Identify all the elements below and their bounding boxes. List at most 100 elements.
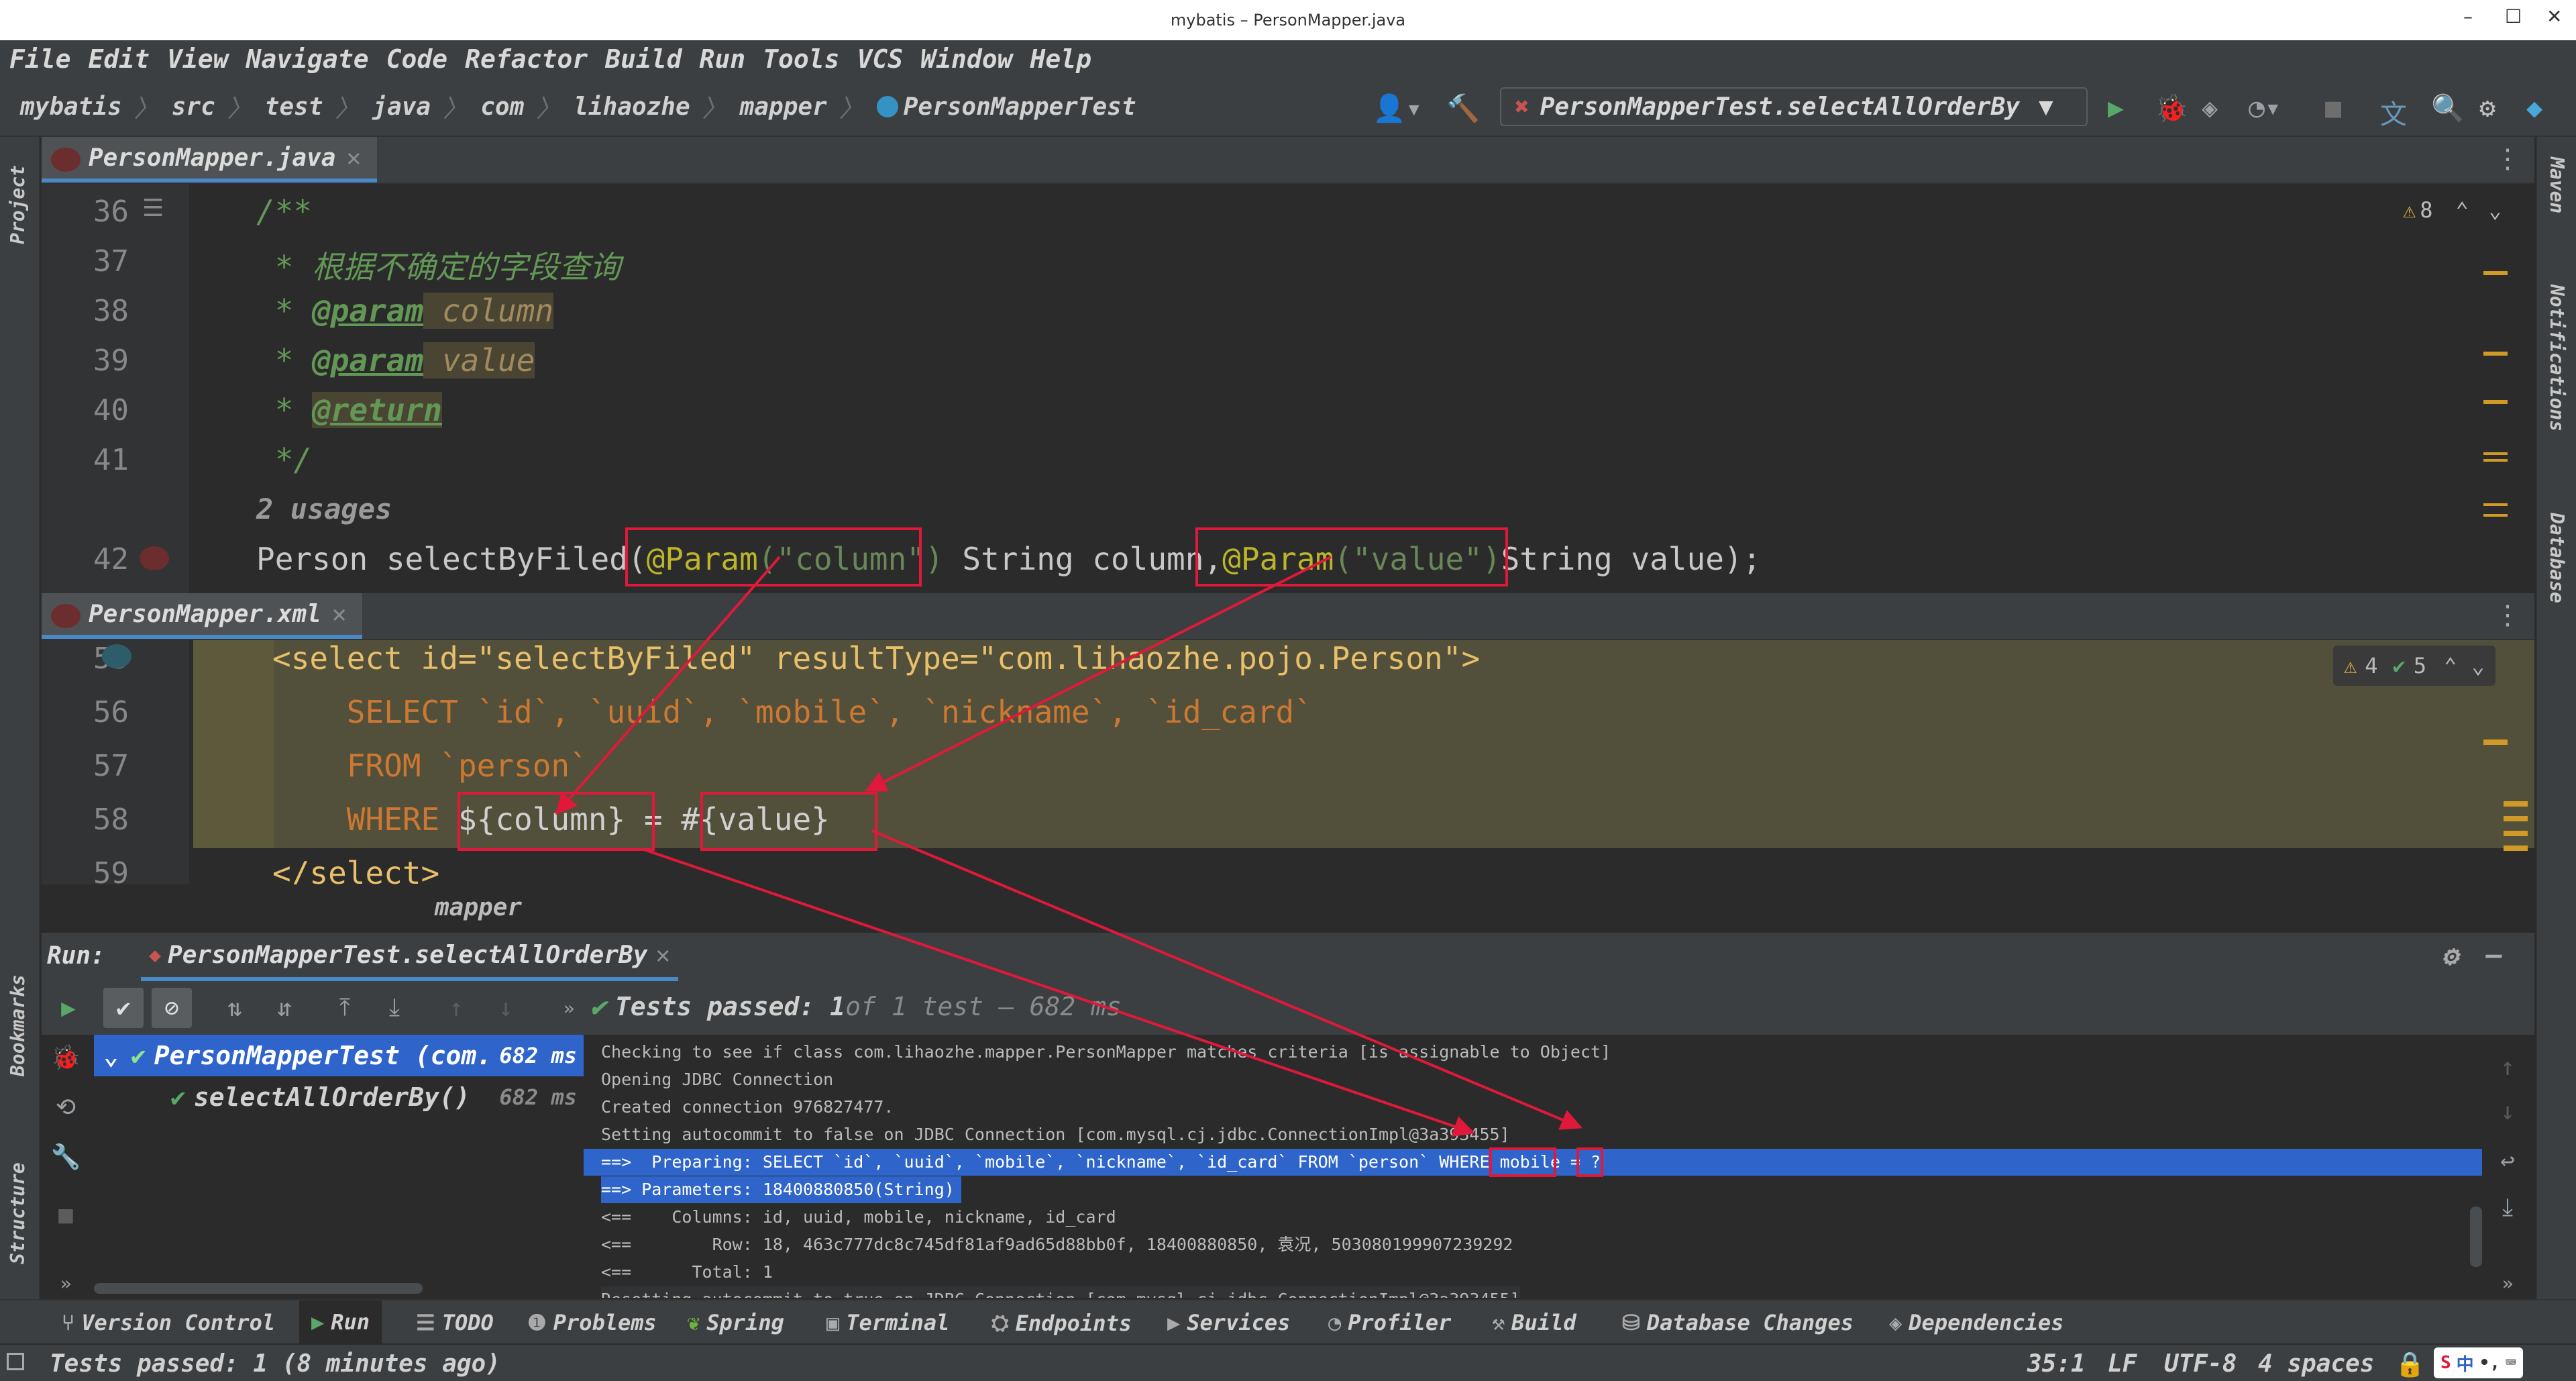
tool-notifications[interactable]: Notifications bbox=[2546, 285, 2568, 431]
breadcrumb-src[interactable]: src 〉 bbox=[172, 89, 252, 124]
more-tools-icon[interactable]: » bbox=[549, 988, 589, 1028]
stop-icon[interactable]: ■ bbox=[2325, 93, 2341, 123]
build-hammer-icon[interactable]: 🔨 bbox=[1446, 93, 1480, 124]
tool-endpoints[interactable]: ⛭ Endpoints bbox=[991, 1310, 1132, 1336]
minimize-icon[interactable]: – bbox=[2463, 5, 2473, 28]
menu-edit[interactable]: Edit bbox=[86, 44, 153, 74]
tool-terminal[interactable]: ▣ Terminal bbox=[826, 1310, 949, 1335]
menu-build[interactable]: Build bbox=[602, 44, 684, 74]
profile-icon[interactable]: ◔▾ bbox=[2249, 93, 2281, 123]
coverage-icon[interactable]: ◈ bbox=[2202, 93, 2218, 123]
chevron-down-icon[interactable]: ⌄ bbox=[2471, 653, 2484, 678]
tool-database-changes[interactable]: ⛁ Database Changes bbox=[1622, 1310, 1854, 1335]
status-message[interactable]: Tests passed: 1 (8 minutes ago) bbox=[50, 1350, 500, 1378]
next-failed-icon[interactable]: ↓ bbox=[486, 988, 526, 1028]
menu-run[interactable]: Run bbox=[697, 44, 749, 74]
tab-personmapper-xml[interactable]: PersonMapper.xml ✕ bbox=[42, 593, 363, 639]
run-configuration-select[interactable]: ✖ PersonMapperTest.selectAllOrderBy ▼ bbox=[1500, 87, 2088, 126]
run-tab[interactable]: ◆ PersonMapperTest.selectAllOrderBy ✕ bbox=[141, 933, 678, 981]
close-tab-icon[interactable]: ✕ bbox=[655, 941, 670, 969]
tool-build[interactable]: ⚒ Build bbox=[1492, 1310, 1576, 1335]
maximize-icon[interactable]: ☐ bbox=[2505, 5, 2522, 28]
scroll-down-icon[interactable]: ↓ bbox=[2487, 1091, 2528, 1131]
fold-lines-icon[interactable]: ☰ bbox=[142, 195, 164, 222]
mybatis-navigate-icon[interactable] bbox=[140, 546, 169, 570]
tool-profiler[interactable]: ◔ Profiler bbox=[1328, 1310, 1451, 1335]
run-icon[interactable]: ▶ bbox=[2108, 93, 2124, 123]
chevron-down-icon[interactable]: ⌄ bbox=[2489, 197, 2502, 223]
usages-hint[interactable]: 2 usages bbox=[256, 493, 392, 525]
lock-icon[interactable]: 🔒 bbox=[2395, 1350, 2425, 1378]
restore-layout-icon[interactable]: ⟲ bbox=[46, 1087, 86, 1127]
menu-refactor[interactable]: Refactor bbox=[462, 44, 590, 74]
settings-gear-icon[interactable]: ⚙ bbox=[2479, 93, 2496, 123]
menu-vcs[interactable]: VCS bbox=[855, 44, 906, 74]
breadcrumb-java[interactable]: java 〉 bbox=[373, 89, 468, 124]
chevron-up-icon[interactable]: ⌃ bbox=[2444, 653, 2457, 678]
indent-setting[interactable]: 4 spaces bbox=[2258, 1350, 2374, 1378]
previous-failed-icon[interactable]: ↑ bbox=[436, 988, 476, 1028]
tree-scrollbar[interactable] bbox=[94, 1283, 423, 1294]
toggle-tool-windows-icon[interactable] bbox=[7, 1353, 24, 1370]
breadcrumb-com[interactable]: com 〉 bbox=[480, 89, 560, 124]
inspection-widget[interactable]: ⚠ 8 ⌃ ⌄ bbox=[2403, 197, 2502, 223]
inspection-widget[interactable]: ⚠ 4 ✔ 5 ⌃ ⌄ bbox=[2333, 646, 2496, 686]
console-scrollbar[interactable] bbox=[2470, 1207, 2482, 1267]
minimize-panel-icon[interactable]: – bbox=[2486, 939, 2502, 970]
tool-spring[interactable]: ❦ Spring bbox=[687, 1310, 784, 1335]
debug-run-icon[interactable]: 🐞 bbox=[46, 1037, 86, 1078]
mybatis-navigate-icon[interactable] bbox=[102, 644, 131, 668]
rerun-icon[interactable]: ▶ bbox=[48, 988, 89, 1028]
menu-window[interactable]: Window bbox=[918, 44, 1015, 74]
ime-indicator[interactable]: S 中 •, ⌨ bbox=[2434, 1347, 2523, 1378]
search-icon[interactable]: 🔍 bbox=[2431, 93, 2465, 124]
tool-database[interactable]: Database bbox=[2546, 513, 2568, 603]
chevron-up-icon[interactable]: ⌃ bbox=[2456, 197, 2469, 223]
breadcrumb-mapper[interactable]: mapper 〉 bbox=[740, 89, 863, 124]
tree-item-test[interactable]: ✔ selectAllOrderBy() 682 ms bbox=[94, 1076, 584, 1118]
more-icon[interactable]: ⋮ bbox=[2494, 144, 2521, 174]
scroll-up-icon[interactable]: ↑ bbox=[2487, 1047, 2528, 1087]
breadcrumb-lihaozhe[interactable]: lihaozhe 〉 bbox=[574, 89, 726, 124]
tool-problems[interactable]: ❶ Problems bbox=[527, 1310, 657, 1335]
breadcrumb-project[interactable]: mybatis 〉 bbox=[20, 89, 158, 124]
tool-project[interactable]: Project bbox=[7, 165, 29, 244]
menu-view[interactable]: View bbox=[164, 44, 231, 74]
more-tools-icon[interactable]: » bbox=[46, 1263, 86, 1303]
menu-file[interactable]: File bbox=[7, 44, 74, 74]
user-icon[interactable]: 👤▾ bbox=[1373, 93, 1422, 124]
line-separator[interactable]: LF bbox=[2108, 1350, 2137, 1378]
wrench-icon[interactable]: 🔧 bbox=[46, 1137, 86, 1177]
collapse-all-icon[interactable]: ⤓ bbox=[374, 988, 415, 1028]
tool-structure[interactable]: Structure bbox=[7, 1162, 29, 1264]
more-icon[interactable]: ⋮ bbox=[2494, 600, 2521, 631]
tool-dependencies[interactable]: ◈ Dependencies bbox=[1889, 1310, 2063, 1335]
console-output[interactable]: Checking to see if class com.lihaozhe.ma… bbox=[584, 1035, 2482, 1298]
tool-todo[interactable]: ☰ TODO bbox=[416, 1310, 494, 1335]
tree-item-root[interactable]: ⌄ ✔ PersonMapperTest (com. 682 ms bbox=[94, 1035, 584, 1076]
close-tab-icon[interactable]: ✕ bbox=[332, 601, 347, 628]
close-window-icon[interactable]: ✕ bbox=[2546, 5, 2562, 28]
jetbrains-logo-icon[interactable]: ◆ bbox=[2526, 93, 2542, 123]
tool-maven[interactable]: Maven bbox=[2546, 157, 2568, 213]
tool-run[interactable]: ▶ Run bbox=[299, 1300, 382, 1343]
tool-bookmarks[interactable]: Bookmarks bbox=[7, 974, 29, 1076]
tab-personmapper-java[interactable]: PersonMapper.java ✕ bbox=[42, 137, 378, 183]
menu-tools[interactable]: Tools bbox=[760, 44, 842, 74]
expand-all-icon[interactable]: ⤒ bbox=[325, 988, 365, 1028]
editor-xml[interactable]: 55 56 57 58 59 <select id="selectByFiled… bbox=[42, 640, 2534, 884]
breadcrumb-test[interactable]: test 〉 bbox=[265, 89, 360, 124]
show-ignored-icon[interactable]: ⊘ bbox=[152, 988, 192, 1028]
settings-gear-icon[interactable]: ⚙ bbox=[2442, 941, 2458, 972]
close-tab-icon[interactable]: ✕ bbox=[346, 144, 361, 172]
editor-java[interactable]: 36 37 38 39 40 41 42 ☰ /** * 根据不确定的字段查询 … bbox=[42, 184, 2534, 593]
debug-icon[interactable]: 🐞 bbox=[2155, 93, 2188, 124]
menu-navigate[interactable]: Navigate bbox=[244, 44, 372, 74]
show-passed-icon[interactable]: ✔ bbox=[103, 988, 144, 1028]
tool-version-control[interactable]: ⑂ Version Control bbox=[62, 1310, 275, 1335]
soft-wrap-icon[interactable]: ↩ bbox=[2487, 1141, 2528, 1181]
caret-position[interactable]: 35:1 bbox=[2027, 1350, 2086, 1378]
tool-services[interactable]: ▶ Services bbox=[1167, 1310, 1290, 1335]
breadcrumb-class[interactable]: PersonMapperTest bbox=[876, 93, 1136, 121]
more-tools-icon[interactable]: » bbox=[2487, 1263, 2528, 1303]
